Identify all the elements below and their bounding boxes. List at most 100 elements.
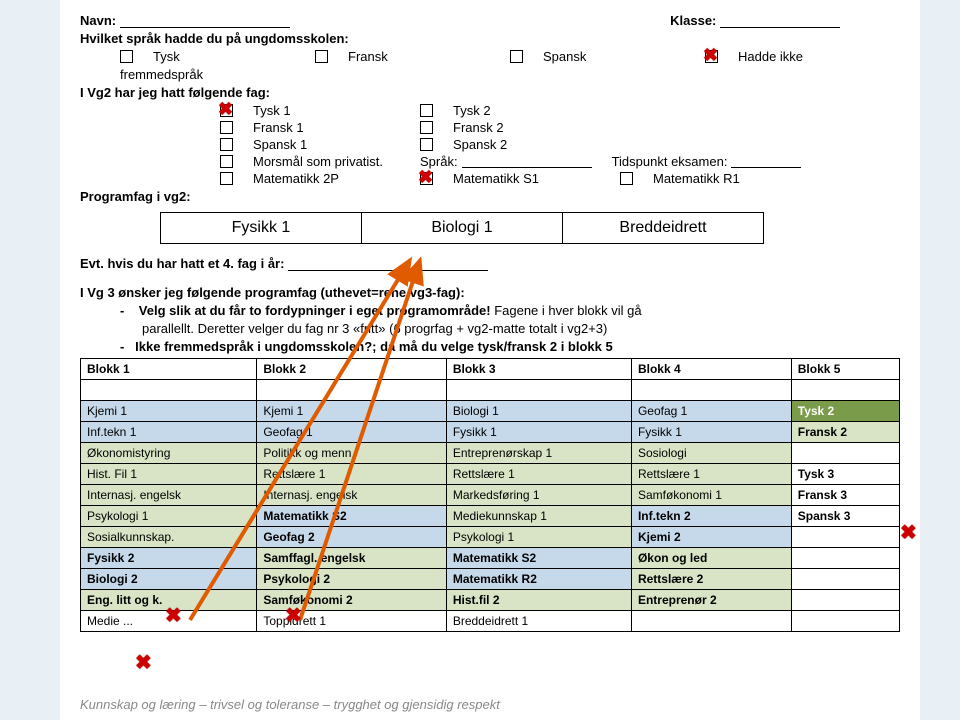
programfag-cell: Biologi 1	[362, 212, 563, 244]
vg2-option: Matematikk R1	[653, 171, 740, 186]
lang-checkbox-tysk[interactable]	[120, 50, 133, 63]
tidspunkt-blank[interactable]	[731, 155, 801, 168]
programfag-cell: Fysikk 1	[160, 212, 362, 244]
vg2-option: Matematikk S1	[453, 171, 539, 186]
table-cell: Inf.tekn 1	[81, 422, 257, 443]
table-cell: Hist.fil 2	[446, 590, 631, 611]
blokk-header: Blokk 2	[257, 359, 446, 380]
vg2-checkbox[interactable]	[420, 121, 433, 134]
table-cell: Fysikk 1	[631, 422, 791, 443]
table-cell: Geofag 1	[257, 422, 446, 443]
x-mark-icon: ✖	[135, 650, 152, 675]
table-cell	[631, 611, 791, 632]
table-cell: Geofag 2	[257, 527, 446, 548]
table-cell: Sosialkunnskap.	[81, 527, 257, 548]
vg2-checkbox[interactable]	[620, 172, 633, 185]
sprak-blank[interactable]	[462, 155, 592, 168]
vg2-checkbox[interactable]	[220, 172, 233, 185]
table-cell: Matematikk S2	[446, 548, 631, 569]
name-blank[interactable]	[120, 15, 290, 28]
vg2-option: Morsmål som privatist.	[253, 154, 383, 169]
table-cell: Fysikk 1	[446, 422, 631, 443]
table-cell: Tysk 2	[791, 401, 899, 422]
lang-question: Hvilket språk hadde du på ungdomsskolen:	[80, 31, 900, 46]
table-cell: Politikk og menn	[257, 443, 446, 464]
vg2-checkbox[interactable]	[220, 138, 233, 151]
vg3-bullet: parallellt. Deretter velger du fag nr 3 …	[142, 321, 900, 336]
lang-checkbox-spansk[interactable]	[510, 50, 523, 63]
table-cell: Økonomistyring	[81, 443, 257, 464]
vg3-bullet: Fagene i hver blokk vil gå	[491, 303, 642, 318]
table-cell: Mediekunnskap 1	[446, 506, 631, 527]
vg2-tidspunkt-label: Tidspunkt eksamen:	[612, 154, 728, 169]
class-label: Klasse:	[670, 13, 716, 28]
x-mark-icon: ✖	[218, 99, 233, 120]
table-cell: Internasj. engelsk	[81, 485, 257, 506]
table-cell	[791, 443, 899, 464]
table-cell: Rettslære 1	[631, 464, 791, 485]
fag4-label: Evt. hvis du har hatt et 4. fag i år:	[80, 256, 284, 271]
table-cell: Økon og led	[631, 548, 791, 569]
table-cell: Sosiologi	[631, 443, 791, 464]
programfag-row: Fysikk 1 Biologi 1 Breddeidrett	[160, 212, 900, 244]
vg2-checkbox[interactable]: ✖	[420, 172, 433, 185]
blokk-header: Blokk 4	[631, 359, 791, 380]
table-cell	[791, 527, 899, 548]
blokk-header: Blokk 1	[81, 359, 257, 380]
table-cell: Fransk 3	[791, 485, 899, 506]
lang-option: Fransk	[348, 49, 388, 64]
table-cell: Kjemi 1	[81, 401, 257, 422]
table-cell: Matematikk R2	[446, 569, 631, 590]
lang-checkbox-none[interactable]: ✖	[705, 50, 718, 63]
vg2-checkbox[interactable]	[220, 121, 233, 134]
x-mark-icon: ✖	[165, 603, 182, 628]
vg2-option: Fransk 2	[453, 120, 504, 135]
fag4-blank[interactable]	[288, 258, 488, 271]
vg2-option: Tysk 1	[253, 103, 291, 118]
table-cell	[791, 569, 899, 590]
blokk-table: Blokk 1 Blokk 2 Blokk 3 Blokk 4 Blokk 5 …	[80, 358, 900, 632]
table-cell: Rettslære 1	[446, 464, 631, 485]
table-cell: Samføkonomi 1	[631, 485, 791, 506]
table-cell: Entreprenør 2	[631, 590, 791, 611]
vg2-option: Spansk 2	[453, 137, 507, 152]
vg2-option: Matematikk 2P	[253, 171, 339, 186]
table-cell	[791, 548, 899, 569]
class-blank[interactable]	[720, 15, 840, 28]
table-cell: Tysk 3	[791, 464, 899, 485]
footer-text: Kunnskap og læring – trivsel og tolerans…	[80, 697, 500, 712]
table-cell: Entreprenørskap 1	[446, 443, 631, 464]
vg2-checkbox[interactable]	[420, 104, 433, 117]
lang-checkbox-fransk[interactable]	[315, 50, 328, 63]
table-cell	[791, 611, 899, 632]
table-cell: Spansk 3	[791, 506, 899, 527]
blokk-header: Blokk 5	[791, 359, 899, 380]
vg2-checkbox[interactable]	[220, 155, 233, 168]
table-cell: Geofag 1	[631, 401, 791, 422]
blokk-header: Blokk 3	[446, 359, 631, 380]
table-cell: Rettslære 1	[257, 464, 446, 485]
table-cell: Biologi 2	[81, 569, 257, 590]
table-cell: Internasj. engelsk	[257, 485, 446, 506]
table-cell: Hist. Fil 1	[81, 464, 257, 485]
table-cell: Psykologi 1	[446, 527, 631, 548]
table-cell: Markedsføring 1	[446, 485, 631, 506]
x-mark-icon: ✖	[285, 603, 302, 628]
table-cell: Kjemi 2	[631, 527, 791, 548]
vg3-bullet: Velg slik at du får to fordypninger i eg…	[139, 303, 491, 318]
table-cell: Breddeidrett 1	[446, 611, 631, 632]
lang-suffix: fremmedspråk	[120, 67, 900, 82]
vg2-checkbox[interactable]	[420, 138, 433, 151]
lang-option: Hadde ikke	[738, 49, 803, 64]
vg2-checkbox[interactable]: ✖	[220, 104, 233, 117]
name-label: Navn:	[80, 13, 116, 28]
table-cell: Kjemi 1	[257, 401, 446, 422]
table-cell: Samffagl. engelsk	[257, 548, 446, 569]
vg2-option: Fransk 1	[253, 120, 304, 135]
vg3-bullet: Ikke fremmedspråk i ungdomsskolen?; da m…	[135, 339, 613, 354]
programfag-label: Programfag i vg2:	[80, 189, 900, 204]
x-mark-icon: ✖	[418, 167, 433, 188]
table-cell: Psykologi 2	[257, 569, 446, 590]
table-cell: Matematikk S2	[257, 506, 446, 527]
lang-option: Tysk	[153, 49, 180, 64]
